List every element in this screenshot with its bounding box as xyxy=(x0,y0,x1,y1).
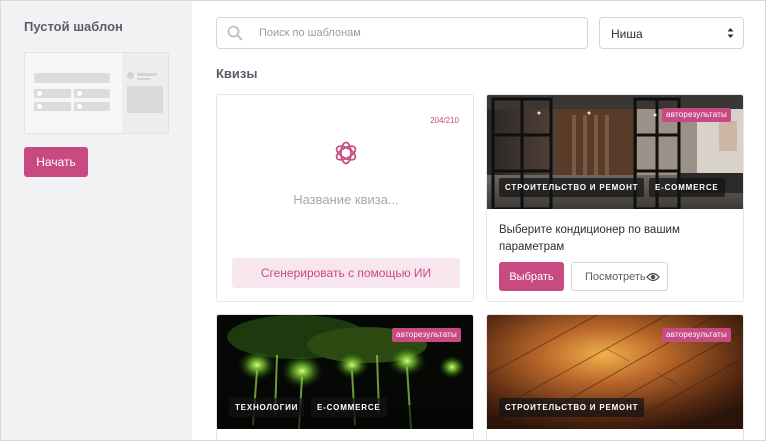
search-icon xyxy=(227,25,243,41)
tag-ecommerce: E-COMMERCE xyxy=(311,398,387,417)
template-image: авторезультаты ТЕХНОЛОГИИ E-COMMERCE xyxy=(217,315,473,429)
preview-button-label: Посмотреть xyxy=(585,270,646,283)
sidebar: Пустой шаблон Начать xyxy=(1,1,192,440)
tag-technology: ТЕХНОЛОГИИ xyxy=(229,398,305,417)
tag-construction: СТРОИТЕЛЬСТВО И РЕМОНТ xyxy=(499,178,645,197)
preview-right-panel xyxy=(122,53,168,133)
template-card[interactable]: авторезультаты ТЕХНОЛОГИИ E-COMMERCE xyxy=(216,314,474,440)
blank-template-title: Пустой шаблон xyxy=(24,19,123,34)
template-title: Выберите кондиционер по вашим параметрам xyxy=(499,224,680,253)
tag-construction: СТРОИТЕЛЬСТВО И РЕМОНТ xyxy=(499,398,645,417)
blank-template-preview[interactable] xyxy=(24,52,169,134)
eye-icon xyxy=(646,272,660,282)
choose-button[interactable]: Выбрать xyxy=(499,262,564,291)
template-card[interactable]: авторезультаты СТРОИТЕЛЬСТВО И РЕМОНТ E-… xyxy=(486,94,744,302)
niche-select-value: Ниша xyxy=(611,27,643,41)
tag-ecommerce: E-COMMERCE xyxy=(649,178,725,197)
start-button[interactable]: Начать xyxy=(24,147,88,177)
character-counter: 204/210 xyxy=(430,116,459,125)
auto-results-badge: авторезультаты xyxy=(662,328,731,342)
generate-ai-button[interactable]: Сгенерировать с помощью ИИ xyxy=(232,258,460,288)
search-input[interactable] xyxy=(259,18,579,48)
section-title: Квизы xyxy=(216,66,258,81)
auto-results-badge: авторезультаты xyxy=(662,108,731,122)
template-image: авторезультаты СТРОИТЕЛЬСТВО И РЕМОНТ xyxy=(487,315,743,429)
niche-select[interactable]: Ниша xyxy=(599,17,744,49)
auto-results-badge: авторезультаты xyxy=(392,328,461,342)
chevron-updown-icon xyxy=(727,28,734,38)
preview-left-panel xyxy=(25,53,121,133)
openai-icon xyxy=(335,141,357,165)
ai-generator-card: 204/210 Название квиза... Сгенерировать … xyxy=(216,94,474,302)
app-window: Пустой шаблон Начать Поиск по шаблонам Н… xyxy=(0,0,766,441)
quiz-name-field[interactable]: Название квиза... xyxy=(217,192,473,207)
preview-button[interactable]: Посмотреть xyxy=(571,262,668,291)
template-image: авторезультаты СТРОИТЕЛЬСТВО И РЕМОНТ E-… xyxy=(487,95,743,209)
template-card[interactable]: авторезультаты СТРОИТЕЛЬСТВО И РЕМОНТ xyxy=(486,314,744,440)
search-box[interactable] xyxy=(216,17,588,49)
